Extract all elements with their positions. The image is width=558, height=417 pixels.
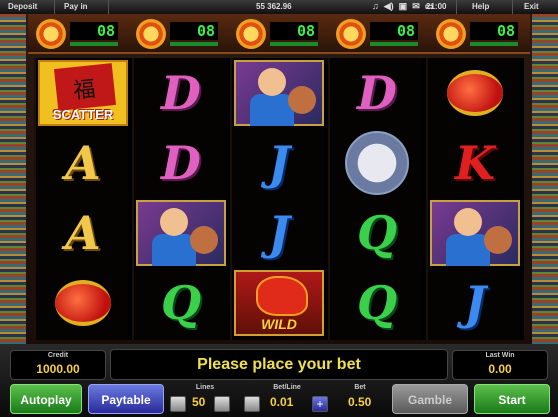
reel-area: SCATTER A A D D Q J J WILD xyxy=(34,58,524,340)
top-bar: Deposit Pay in 55 362.96 ♫ ◀) ▣ ✉ ▭ 21:0… xyxy=(0,0,558,14)
symbol-d: D xyxy=(161,136,201,190)
lines-control: Lines 50 xyxy=(170,384,240,414)
paytable-button[interactable]: Paytable xyxy=(88,384,164,414)
symbol-man-with-ball xyxy=(232,58,326,128)
volume-icon[interactable]: ◀) xyxy=(384,1,394,12)
symbol-d: D xyxy=(161,66,201,120)
reel: D Q Q xyxy=(328,58,422,340)
symbol-j: J xyxy=(268,136,290,190)
line-bar xyxy=(470,42,518,46)
autoplay-button[interactable]: Autoplay xyxy=(10,384,82,414)
symbol-scatter: SCATTER xyxy=(36,58,130,128)
medal-icon xyxy=(236,19,266,49)
symbol-lantern xyxy=(428,58,522,128)
betline-label: Bet/Line xyxy=(273,384,301,391)
symbol-man-with-ball xyxy=(134,198,228,268)
symbol-j: J xyxy=(464,276,486,330)
right-decoration xyxy=(532,14,558,344)
reel: K J xyxy=(426,58,520,340)
help-button[interactable]: Help xyxy=(472,2,489,11)
line-indicator: 08 xyxy=(136,19,222,49)
fullscreen-icon[interactable]: ▣ xyxy=(399,1,408,12)
lines-increase-button[interactable] xyxy=(214,396,230,412)
line-count: 08 xyxy=(270,22,318,40)
medal-icon xyxy=(136,19,166,49)
line-bar xyxy=(170,42,218,46)
lines-label: Lines xyxy=(195,384,215,391)
lantern-icon xyxy=(447,70,503,116)
medal-icon xyxy=(336,19,366,49)
reel: J J WILD xyxy=(230,58,324,340)
symbol-q: Q xyxy=(160,276,202,330)
balance-display: 55 362.96 xyxy=(256,2,292,11)
symbol-q: Q xyxy=(356,276,398,330)
lastwin-value: 0.00 xyxy=(488,362,512,376)
symbol-d: D xyxy=(357,66,397,120)
line-count: 08 xyxy=(170,22,218,40)
payin-button[interactable]: Pay in xyxy=(64,2,88,11)
line-bar xyxy=(270,42,318,46)
message-bar: Please place your bet xyxy=(110,349,448,380)
reel: D D Q xyxy=(132,58,226,340)
lastwin-label: Last Win xyxy=(485,352,515,359)
start-button[interactable]: Start xyxy=(474,384,550,414)
dragon-icon xyxy=(256,276,308,316)
line-indicator: 08 xyxy=(36,19,122,49)
left-decoration xyxy=(0,14,26,344)
line-count: 08 xyxy=(370,22,418,40)
reel: SCATTER A A xyxy=(34,58,128,340)
bet-value: 0.50 xyxy=(348,395,372,409)
line-indicator: 08 xyxy=(436,19,522,49)
lion-icon xyxy=(345,131,409,195)
symbol-a: A xyxy=(65,136,101,190)
symbol-j: J xyxy=(268,206,290,260)
symbol-a: A xyxy=(65,206,101,260)
exit-button[interactable]: Exit xyxy=(524,2,539,11)
lines-value: 50 xyxy=(192,395,206,409)
betline-control: Bet/Line 0.01 + xyxy=(244,384,330,414)
betline-increase-button[interactable]: + xyxy=(312,396,328,412)
betline-value: 0.01 xyxy=(270,395,294,409)
betline-decrease-button[interactable] xyxy=(244,396,260,412)
status-icons: ♫ ◀) ▣ ✉ ▭ xyxy=(372,1,433,12)
music-icon[interactable]: ♫ xyxy=(372,1,379,12)
line-indicator-bar: 08 08 08 08 08 xyxy=(28,14,530,54)
lines-decrease-button[interactable] xyxy=(170,396,186,412)
symbol-k: K xyxy=(455,136,495,190)
line-indicator: 08 xyxy=(336,19,422,49)
symbol-lion xyxy=(330,128,424,198)
gamble-button[interactable]: Gamble xyxy=(392,384,468,414)
line-count: 08 xyxy=(70,22,118,40)
medal-icon xyxy=(436,19,466,49)
slot-game: Deposit Pay in 55 362.96 ♫ ◀) ▣ ✉ ▭ 21:0… xyxy=(0,0,558,417)
message-icon[interactable]: ✉ xyxy=(412,1,420,12)
credit-value: 1000.00 xyxy=(36,362,80,376)
bet-label: Bet xyxy=(354,384,366,391)
bet-control: Bet 0.50 xyxy=(334,384,386,414)
line-bar xyxy=(370,42,418,46)
symbol-wild: WILD xyxy=(232,268,326,338)
line-bar xyxy=(70,42,118,46)
credit-display: Credit 1000.00 xyxy=(10,350,106,380)
symbol-q: Q xyxy=(356,206,398,260)
symbol-lantern xyxy=(36,268,130,338)
lantern-icon xyxy=(55,280,111,326)
line-count: 08 xyxy=(470,22,518,40)
clock: 21:00 xyxy=(426,2,447,11)
line-indicator: 08 xyxy=(236,19,322,49)
deposit-button[interactable]: Deposit xyxy=(8,2,37,11)
symbol-man-with-ball xyxy=(428,198,522,268)
lastwin-display: Last Win 0.00 xyxy=(452,350,548,380)
medal-icon xyxy=(36,19,66,49)
credit-label: Credit xyxy=(47,352,69,359)
